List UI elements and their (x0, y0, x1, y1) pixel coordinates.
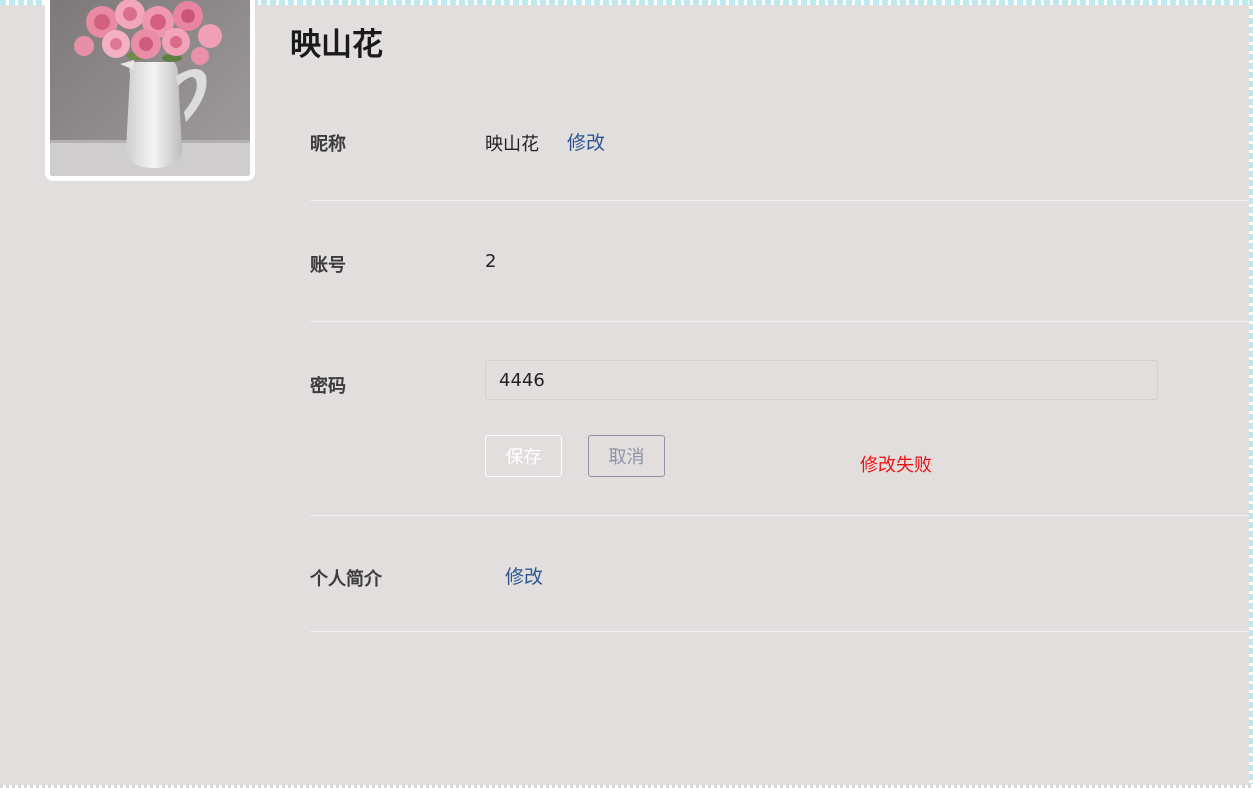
account-value: 2 (485, 251, 497, 272)
password-label: 密码 (310, 376, 346, 397)
row-divider (310, 631, 1249, 632)
nickname-label: 昵称 (310, 134, 346, 155)
account-label: 账号 (310, 255, 346, 276)
row-divider (310, 515, 1249, 516)
edit-nickname-link[interactable]: 修改 (567, 128, 605, 155)
error-message: 修改失败 (860, 455, 932, 476)
avatar[interactable] (45, 0, 255, 181)
password-input[interactable] (485, 360, 1158, 400)
row-divider (310, 200, 1249, 201)
nickname-value: 映山花 (485, 134, 539, 155)
row-divider (310, 321, 1249, 322)
profile-panel: 映山花 昵称 映山花 修改 账号 2 密码 保存 取消 修改失败 个人简介 修改 (0, 0, 1249, 785)
save-button[interactable]: 保存 (485, 435, 562, 477)
edit-bio-link[interactable]: 修改 (505, 562, 543, 589)
page-title: 映山花 (290, 27, 383, 63)
bio-label: 个人简介 (310, 569, 382, 590)
flower-vase-photo-icon (50, 0, 250, 176)
backdrop-right-strip (1249, 0, 1253, 788)
cancel-button[interactable]: 取消 (588, 435, 665, 477)
